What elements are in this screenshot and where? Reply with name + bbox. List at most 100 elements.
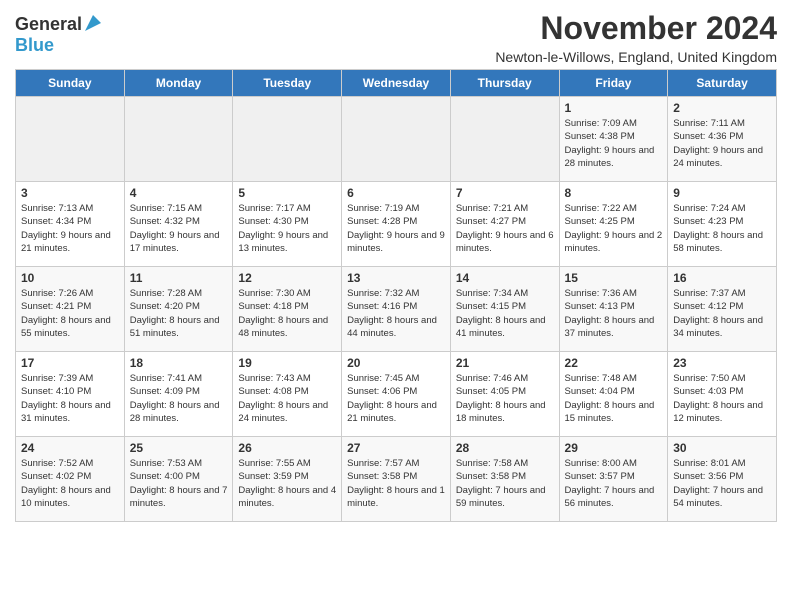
day-number: 11 bbox=[130, 271, 228, 285]
day-number: 23 bbox=[673, 356, 771, 370]
calendar-cell: 20 Sunrise: 7:45 AM Sunset: 4:06 PM Dayli… bbox=[342, 352, 451, 437]
day-info: Sunrise: 7:24 AM Sunset: 4:23 PM Dayligh… bbox=[673, 202, 771, 255]
calendar-cell: 5 Sunrise: 7:17 AM Sunset: 4:30 PM Daylig… bbox=[233, 182, 342, 267]
day-info: Sunrise: 7:45 AM Sunset: 4:06 PM Dayligh… bbox=[347, 372, 445, 425]
day-number: 15 bbox=[565, 271, 663, 285]
logo: General Blue bbox=[15, 14, 103, 56]
col-header-monday: Monday bbox=[124, 70, 233, 97]
day-number: 20 bbox=[347, 356, 445, 370]
calendar-cell: 4 Sunrise: 7:15 AM Sunset: 4:32 PM Daylig… bbox=[124, 182, 233, 267]
calendar-header-row: SundayMondayTuesdayWednesdayThursdayFrid… bbox=[16, 70, 777, 97]
day-info: Sunrise: 7:57 AM Sunset: 3:58 PM Dayligh… bbox=[347, 457, 445, 510]
calendar-week-row: 3 Sunrise: 7:13 AM Sunset: 4:34 PM Daylig… bbox=[16, 182, 777, 267]
day-number: 14 bbox=[456, 271, 554, 285]
day-info: Sunrise: 7:22 AM Sunset: 4:25 PM Dayligh… bbox=[565, 202, 663, 255]
calendar-cell: 6 Sunrise: 7:19 AM Sunset: 4:28 PM Daylig… bbox=[342, 182, 451, 267]
calendar-week-row: 17 Sunrise: 7:39 AM Sunset: 4:10 PM Dayli… bbox=[16, 352, 777, 437]
calendar-cell: 12Sunrise: 7:30 AM Sunset: 4:18 PM Dayli… bbox=[233, 267, 342, 352]
day-number: 13 bbox=[347, 271, 445, 285]
day-info: Sunrise: 7:13 AM Sunset: 4:34 PM Dayligh… bbox=[21, 202, 119, 255]
calendar-cell: 15 Sunrise: 7:36 AM Sunset: 4:13 PM Dayli… bbox=[559, 267, 668, 352]
day-number: 29 bbox=[565, 441, 663, 455]
day-number: 30 bbox=[673, 441, 771, 455]
logo-general-text: General bbox=[15, 14, 82, 35]
day-number: 24 bbox=[21, 441, 119, 455]
day-number: 4 bbox=[130, 186, 228, 200]
day-number: 19 bbox=[238, 356, 336, 370]
calendar-cell: 14 Sunrise: 7:34 AM Sunset: 4:15 PM Dayli… bbox=[450, 267, 559, 352]
day-info: Sunrise: 8:00 AM Sunset: 3:57 PM Dayligh… bbox=[565, 457, 663, 510]
day-info: Sunrise: 7:09 AM Sunset: 4:38 PM Dayligh… bbox=[565, 117, 663, 170]
day-number: 1 bbox=[565, 101, 663, 115]
calendar-cell: 29 Sunrise: 8:00 AM Sunset: 3:57 PM Dayli… bbox=[559, 437, 668, 522]
calendar: SundayMondayTuesdayWednesdayThursdayFrid… bbox=[15, 69, 777, 522]
day-info: Sunrise: 7:55 AM Sunset: 3:59 PM Dayligh… bbox=[238, 457, 336, 510]
calendar-cell: 25 Sunrise: 7:53 AM Sunset: 4:00 PM Dayli… bbox=[124, 437, 233, 522]
calendar-cell: 30Sunrise: 8:01 AM Sunset: 3:56 PM Dayli… bbox=[668, 437, 777, 522]
col-header-sunday: Sunday bbox=[16, 70, 125, 97]
calendar-week-row: 24 Sunrise: 7:52 AM Sunset: 4:02 PM Dayli… bbox=[16, 437, 777, 522]
calendar-cell: 16 Sunrise: 7:37 AM Sunset: 4:12 PM Dayli… bbox=[668, 267, 777, 352]
calendar-cell: 2 Sunrise: 7:11 AM Sunset: 4:36 PM Daylig… bbox=[668, 97, 777, 182]
day-info: Sunrise: 7:11 AM Sunset: 4:36 PM Dayligh… bbox=[673, 117, 771, 170]
day-number: 28 bbox=[456, 441, 554, 455]
day-number: 3 bbox=[21, 186, 119, 200]
location-text: Newton-le-Willows, England, United Kingd… bbox=[495, 49, 777, 65]
calendar-cell bbox=[233, 97, 342, 182]
logo-blue-text: Blue bbox=[15, 35, 54, 56]
month-title: November 2024 bbox=[495, 10, 777, 47]
day-number: 16 bbox=[673, 271, 771, 285]
calendar-week-row: 1 Sunrise: 7:09 AM Sunset: 4:38 PM Daylig… bbox=[16, 97, 777, 182]
day-number: 9 bbox=[673, 186, 771, 200]
day-number: 18 bbox=[130, 356, 228, 370]
logo-triangle-icon bbox=[83, 13, 103, 33]
day-info: Sunrise: 7:17 AM Sunset: 4:30 PM Dayligh… bbox=[238, 202, 336, 255]
calendar-cell: 10 Sunrise: 7:26 AM Sunset: 4:21 PM Dayli… bbox=[16, 267, 125, 352]
calendar-cell: 23 Sunrise: 7:50 AM Sunset: 4:03 PM Dayli… bbox=[668, 352, 777, 437]
day-number: 25 bbox=[130, 441, 228, 455]
calendar-week-row: 10 Sunrise: 7:26 AM Sunset: 4:21 PM Dayli… bbox=[16, 267, 777, 352]
day-number: 17 bbox=[21, 356, 119, 370]
calendar-cell bbox=[16, 97, 125, 182]
calendar-cell bbox=[342, 97, 451, 182]
day-number: 12 bbox=[238, 271, 336, 285]
day-info: Sunrise: 7:19 AM Sunset: 4:28 PM Dayligh… bbox=[347, 202, 445, 255]
day-info: Sunrise: 7:21 AM Sunset: 4:27 PM Dayligh… bbox=[456, 202, 554, 255]
day-info: Sunrise: 7:50 AM Sunset: 4:03 PM Dayligh… bbox=[673, 372, 771, 425]
day-info: Sunrise: 7:39 AM Sunset: 4:10 PM Dayligh… bbox=[21, 372, 119, 425]
day-info: Sunrise: 7:53 AM Sunset: 4:00 PM Dayligh… bbox=[130, 457, 228, 510]
day-number: 7 bbox=[456, 186, 554, 200]
day-number: 5 bbox=[238, 186, 336, 200]
col-header-thursday: Thursday bbox=[450, 70, 559, 97]
calendar-cell bbox=[124, 97, 233, 182]
day-info: Sunrise: 7:36 AM Sunset: 4:13 PM Dayligh… bbox=[565, 287, 663, 340]
calendar-cell: 19Sunrise: 7:43 AM Sunset: 4:08 PM Dayli… bbox=[233, 352, 342, 437]
calendar-cell: 28Sunrise: 7:58 AM Sunset: 3:58 PM Dayli… bbox=[450, 437, 559, 522]
day-number: 27 bbox=[347, 441, 445, 455]
day-info: Sunrise: 7:46 AM Sunset: 4:05 PM Dayligh… bbox=[456, 372, 554, 425]
day-info: Sunrise: 7:37 AM Sunset: 4:12 PM Dayligh… bbox=[673, 287, 771, 340]
calendar-cell: 3 Sunrise: 7:13 AM Sunset: 4:34 PM Daylig… bbox=[16, 182, 125, 267]
day-number: 8 bbox=[565, 186, 663, 200]
day-number: 2 bbox=[673, 101, 771, 115]
day-info: Sunrise: 7:28 AM Sunset: 4:20 PM Dayligh… bbox=[130, 287, 228, 340]
day-number: 26 bbox=[238, 441, 336, 455]
day-info: Sunrise: 7:32 AM Sunset: 4:16 PM Dayligh… bbox=[347, 287, 445, 340]
calendar-cell bbox=[450, 97, 559, 182]
calendar-cell: 24 Sunrise: 7:52 AM Sunset: 4:02 PM Dayli… bbox=[16, 437, 125, 522]
col-header-wednesday: Wednesday bbox=[342, 70, 451, 97]
day-info: Sunrise: 7:34 AM Sunset: 4:15 PM Dayligh… bbox=[456, 287, 554, 340]
day-info: Sunrise: 7:48 AM Sunset: 4:04 PM Dayligh… bbox=[565, 372, 663, 425]
col-header-tuesday: Tuesday bbox=[233, 70, 342, 97]
calendar-cell: 17 Sunrise: 7:39 AM Sunset: 4:10 PM Dayli… bbox=[16, 352, 125, 437]
calendar-cell: 11 Sunrise: 7:28 AM Sunset: 4:20 PM Dayli… bbox=[124, 267, 233, 352]
calendar-cell: 26 Sunrise: 7:55 AM Sunset: 3:59 PM Dayli… bbox=[233, 437, 342, 522]
day-info: Sunrise: 7:15 AM Sunset: 4:32 PM Dayligh… bbox=[130, 202, 228, 255]
day-number: 6 bbox=[347, 186, 445, 200]
calendar-cell: 21 Sunrise: 7:46 AM Sunset: 4:05 PM Dayli… bbox=[450, 352, 559, 437]
header: General Blue November 2024 Newton-le-Wil… bbox=[15, 10, 777, 65]
day-number: 21 bbox=[456, 356, 554, 370]
day-number: 10 bbox=[21, 271, 119, 285]
day-info: Sunrise: 7:26 AM Sunset: 4:21 PM Dayligh… bbox=[21, 287, 119, 340]
day-info: Sunrise: 7:52 AM Sunset: 4:02 PM Dayligh… bbox=[21, 457, 119, 510]
